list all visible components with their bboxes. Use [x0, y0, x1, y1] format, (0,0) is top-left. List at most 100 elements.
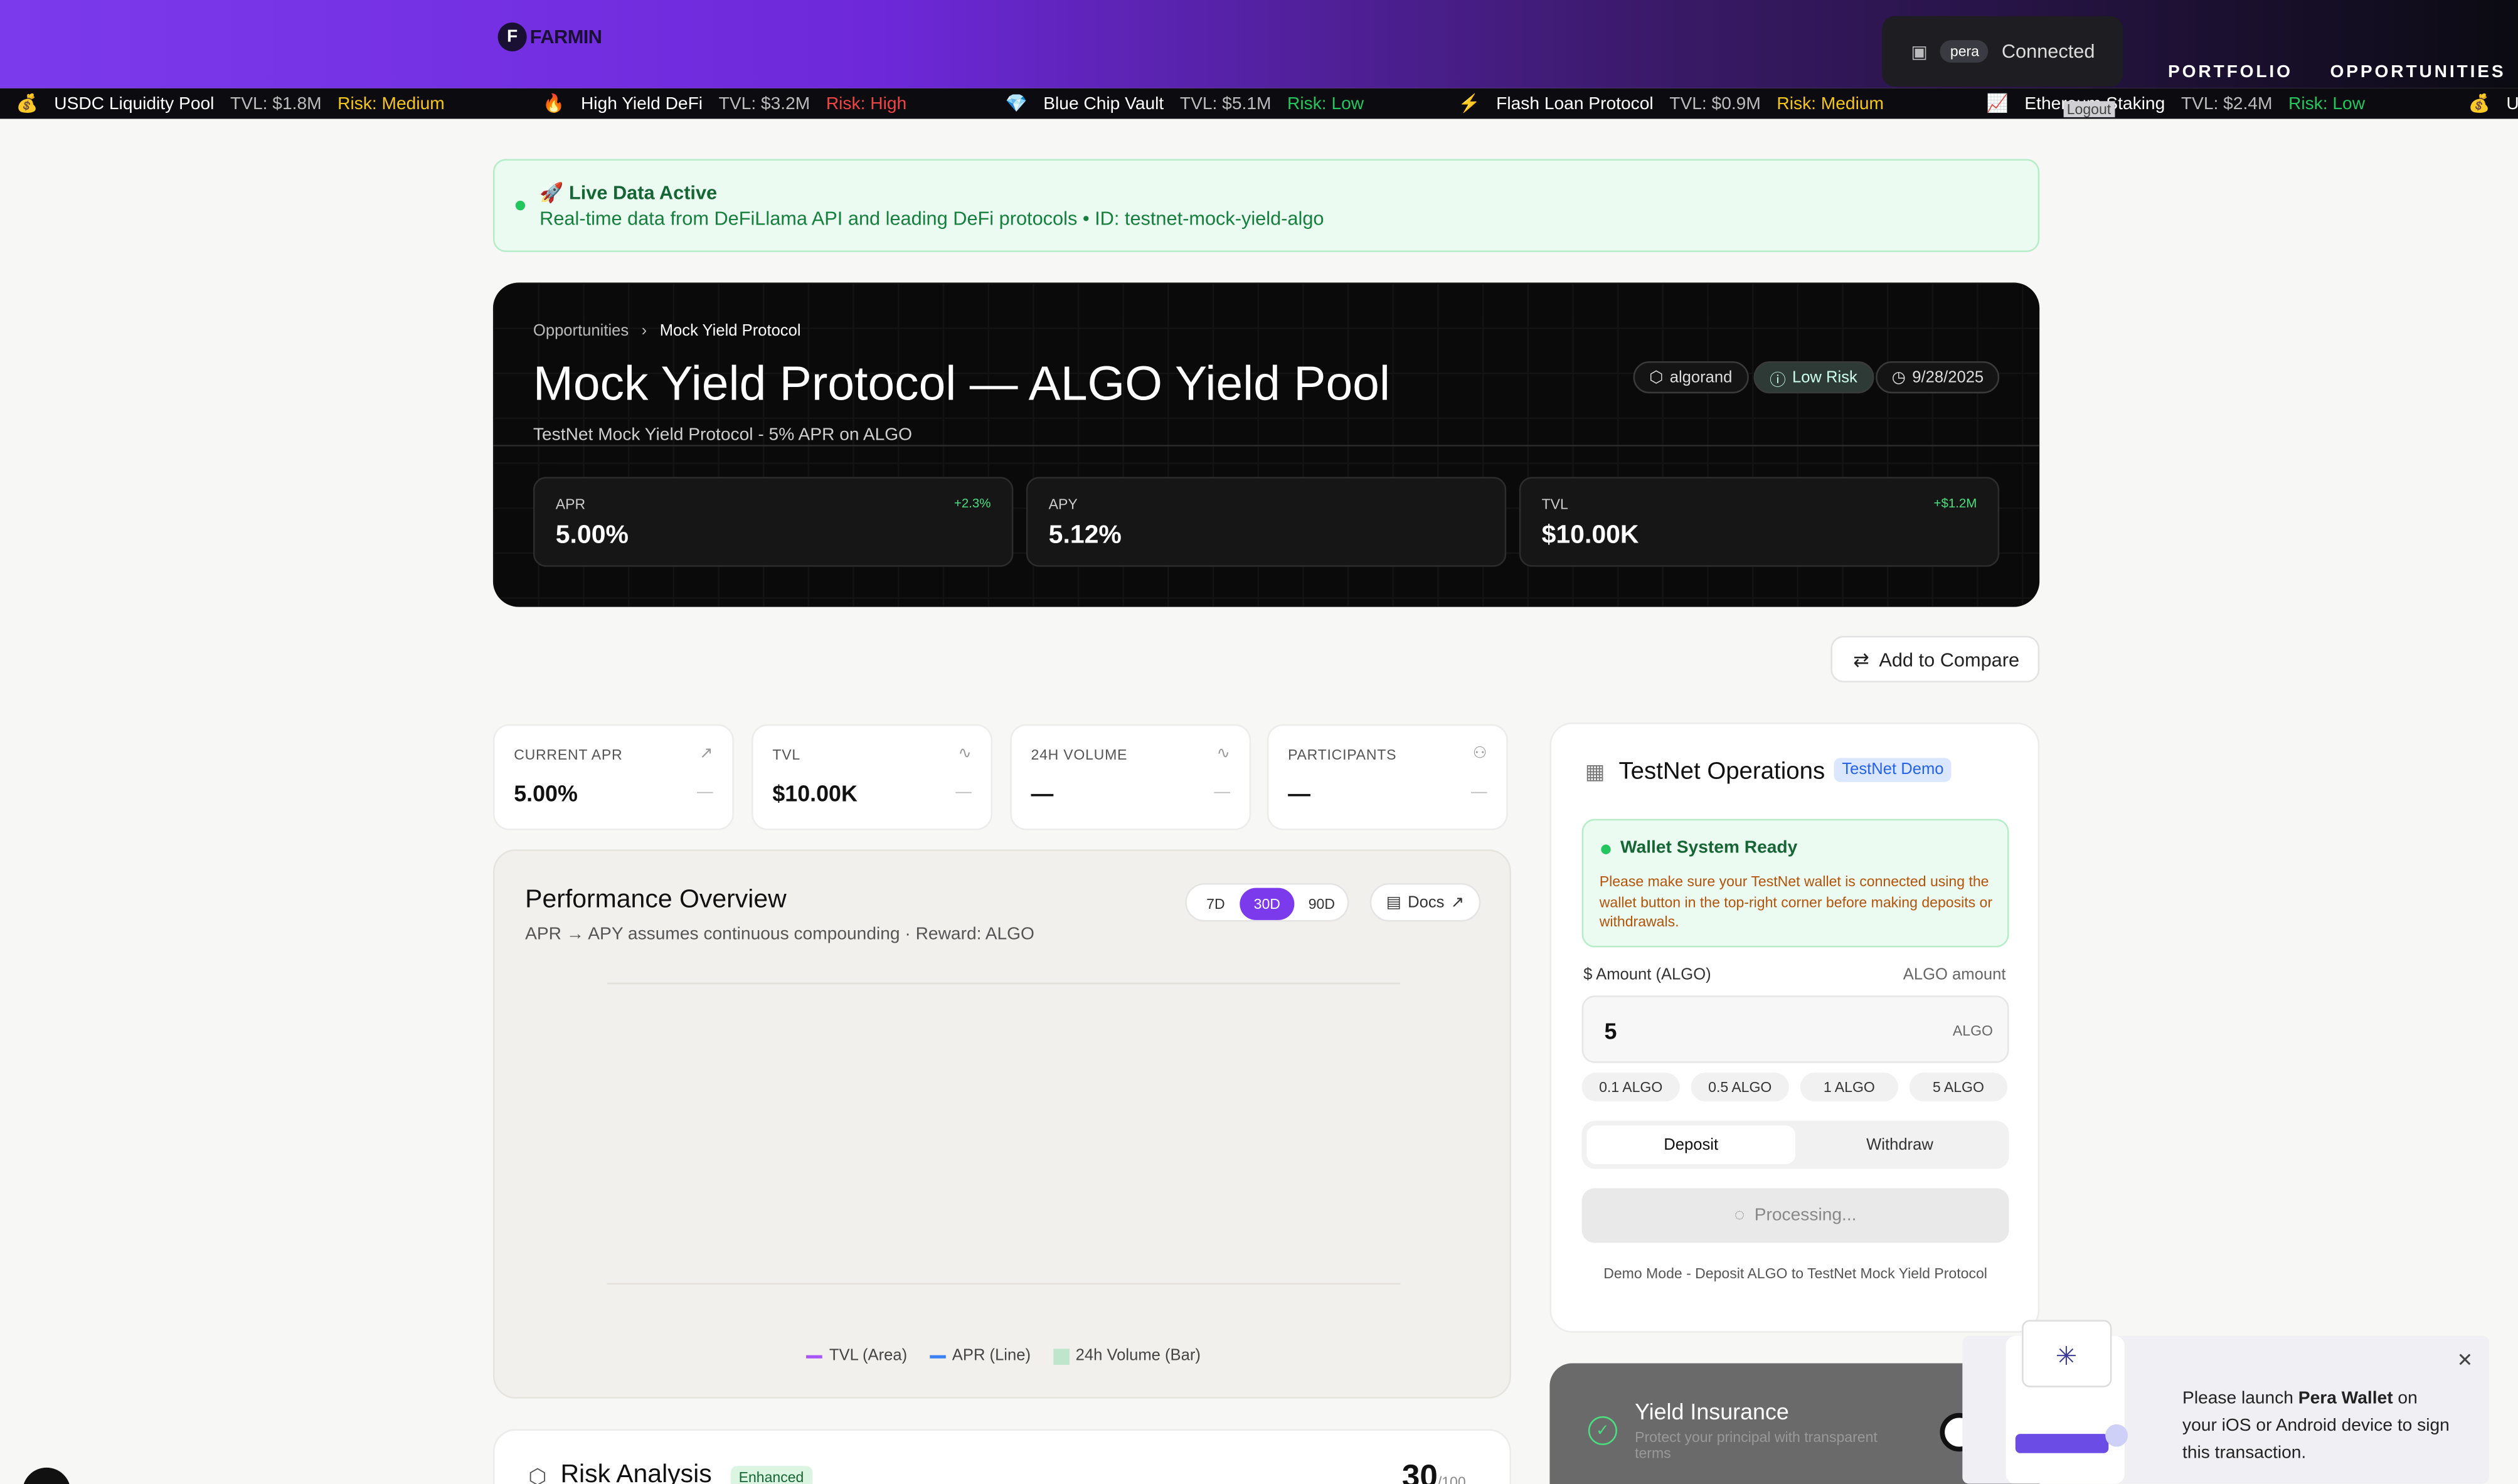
spinner-icon: ◌: [1734, 1206, 1745, 1226]
breadcrumb-opportunities[interactable]: Opportunities: [533, 323, 629, 341]
ticker-icon: 📈: [1986, 95, 2009, 114]
ticker-name: High Yield DeFi: [580, 93, 703, 114]
ticker-icon: ⚡: [1458, 95, 1480, 114]
range-7d[interactable]: 7D: [1188, 888, 1243, 920]
metric-change: +$1.2M: [1933, 496, 1977, 511]
amount-unit: ALGO: [1952, 1022, 1993, 1039]
phone-button: [2015, 1434, 2109, 1453]
ticker-tvl: TVL: $3.2M: [718, 93, 810, 114]
preset-chip[interactable]: 5 ALGO: [1909, 1073, 2007, 1102]
nav-portfolio[interactable]: PORTFOLIO: [2168, 63, 2293, 82]
ticker-tvl: TVL: $2.4M: [2181, 93, 2273, 114]
ops-title: TestNet Operations: [1618, 758, 1825, 785]
metric-label: TVL: [1541, 496, 1568, 512]
logo[interactable]: F FARMIN: [497, 22, 602, 51]
legend-swatch: [1053, 1348, 1070, 1364]
date-label: 9/28/2025: [1912, 368, 1984, 386]
ticker-name: U: [2506, 93, 2518, 114]
processing-button[interactable]: ◌ Processing...: [1581, 1188, 2009, 1243]
hero-panel: Opportunities › Mock Yield Protocol Mock…: [492, 282, 2040, 607]
stat-value: —: [1031, 780, 1054, 807]
shield-icon: ⬡: [528, 1464, 547, 1484]
ticker-risk: Risk: Low: [2288, 93, 2366, 114]
add-to-compare-button[interactable]: ⇄ Add to Compare: [1830, 635, 2040, 682]
wallet-status: Connected: [2001, 40, 2095, 63]
metric-card-apy: APY 5.12%: [1026, 477, 1507, 567]
ticker-risk: Risk: Medium: [337, 93, 445, 114]
popup-brand: Pera Wallet: [2298, 1389, 2393, 1409]
legend-item-apr[interactable]: APR (Line): [929, 1347, 1031, 1365]
metric-value: $10.00K: [1541, 522, 1639, 549]
legend-label: 24h Volume (Bar): [1075, 1347, 1201, 1365]
breadcrumb-current: Mock Yield Protocol: [659, 322, 801, 341]
range-90d[interactable]: 90D: [1294, 888, 1349, 920]
breadcrumb: Opportunities › Mock Yield Protocol: [533, 323, 801, 341]
ticker-item[interactable]: ⚡ Flash Loan Protocol TVL: $0.9M Risk: Medi…: [1458, 93, 1883, 114]
clock-icon: ◷: [1891, 368, 1906, 386]
metric-value: 5.12%: [1048, 522, 1122, 549]
stat-card-tvl: TVL ∿ $10.00K —: [752, 724, 993, 830]
metric-card-apr: APR 5.00% +2.3%: [533, 477, 1014, 567]
ticker-item[interactable]: 💎 Blue Chip Vault TVL: $5.1M Risk: Low: [1006, 93, 1364, 114]
logout-tooltip[interactable]: Logout: [2063, 101, 2115, 117]
ticker-name: Blue Chip Vault: [1043, 93, 1164, 114]
metric-label: APR: [555, 496, 586, 512]
compare-icon: ⇄: [1853, 647, 1869, 670]
wallet-provider-badge: pera: [1940, 40, 1989, 63]
ticker-icon: 💰: [2468, 95, 2490, 114]
phone-screen: ✳: [2022, 1320, 2112, 1387]
preset-chip[interactable]: 1 ALGO: [1800, 1073, 1898, 1102]
stat-value: $10.00K: [772, 780, 858, 807]
nav-opportunities[interactable]: OPPORTUNITIES: [2330, 63, 2506, 82]
phone-indicator: [2105, 1424, 2128, 1447]
ticker-item[interactable]: 🔥 High Yield DeFi TVL: $3.2M Risk: High: [543, 93, 906, 114]
activity-icon: ∿: [958, 745, 972, 763]
risk-title: Risk Analysis: [560, 1461, 712, 1484]
pera-wallet-popup: ✳ Please launch Pera Wallet on your iOS …: [1962, 1320, 2489, 1484]
close-icon[interactable]: ✕: [2457, 1349, 2473, 1371]
trending-up-icon: ↗: [699, 745, 713, 763]
wallet-button[interactable]: ▣ pera Connected: [1882, 16, 2123, 87]
stat-card-24h-volume: 24H VOLUME ∿ — —: [1010, 724, 1251, 830]
chart-gridline: [607, 1283, 1401, 1285]
ticker-risk: Risk: Medium: [1777, 93, 1884, 114]
ticker-icon: 💰: [16, 95, 38, 114]
legend-item-tvl[interactable]: TVL (Area): [807, 1347, 907, 1365]
amount-field[interactable]: 5 ALGO: [1581, 995, 2009, 1063]
amount-label: $ Amount (ALGO): [1583, 967, 1711, 984]
live-data-banner: 🚀 Live Data Active Real-time data from D…: [492, 159, 2040, 252]
divider: [492, 445, 2040, 447]
ticker-item[interactable]: 📈 Ethereum Staking TVL: $2.4M Risk: Low: [1987, 93, 2365, 114]
range-30d[interactable]: 30D: [1240, 888, 1295, 920]
processing-label: Processing...: [1754, 1206, 1857, 1226]
ticker-icon: 💎: [1005, 95, 1028, 114]
legend-item-volume[interactable]: 24h Volume (Bar): [1053, 1347, 1201, 1365]
preset-chip[interactable]: 0.1 ALGO: [1581, 1073, 1680, 1102]
wallet-status-text: Please make sure your TestNet wallet is …: [1599, 873, 1993, 930]
chain-label: algorand: [1669, 368, 1733, 386]
wallet-status-box: Wallet System Ready Please make sure you…: [1581, 819, 2009, 948]
chevron-right-icon: ›: [641, 322, 647, 341]
ticker-item[interactable]: 💰 USDC Liquidity Pool TVL: $1.8M Risk: Medi…: [16, 93, 445, 114]
ticker-item[interactable]: 💰 U: [2468, 93, 2518, 114]
stat-value: —: [1288, 780, 1310, 807]
wallet-status-title: Wallet System Ready: [1620, 838, 1798, 858]
wallet-icon: ▣: [1911, 42, 1928, 62]
risk-label: Low Risk: [1792, 368, 1857, 386]
floating-action-button[interactable]: [22, 1467, 71, 1484]
top-header: [0, 0, 2518, 88]
preset-chip[interactable]: 0.5 ALGO: [1691, 1073, 1789, 1102]
docs-button[interactable]: ▤ Docs ↗: [1369, 883, 1481, 922]
tab-deposit[interactable]: Deposit: [1586, 1125, 1796, 1164]
date-pill: ◷ 9/28/2025: [1876, 361, 2000, 394]
testnet-operations-panel: ▦ TestNet Operations TestNet Demo Wallet…: [1549, 723, 2040, 1333]
compare-label: Add to Compare: [1879, 647, 2020, 670]
stat-value: 5.00%: [514, 780, 578, 807]
risk-pill: ⓘ Low Risk: [1753, 361, 1874, 394]
ticker-name: Flash Loan Protocol: [1496, 93, 1654, 114]
activity-icon: ∿: [1216, 745, 1230, 763]
amount-input[interactable]: 5: [1604, 1018, 1845, 1044]
ticker-tvl: TVL: $0.9M: [1669, 93, 1761, 114]
tab-withdraw[interactable]: Withdraw: [1795, 1126, 2004, 1164]
stat-delta: —: [697, 783, 713, 802]
